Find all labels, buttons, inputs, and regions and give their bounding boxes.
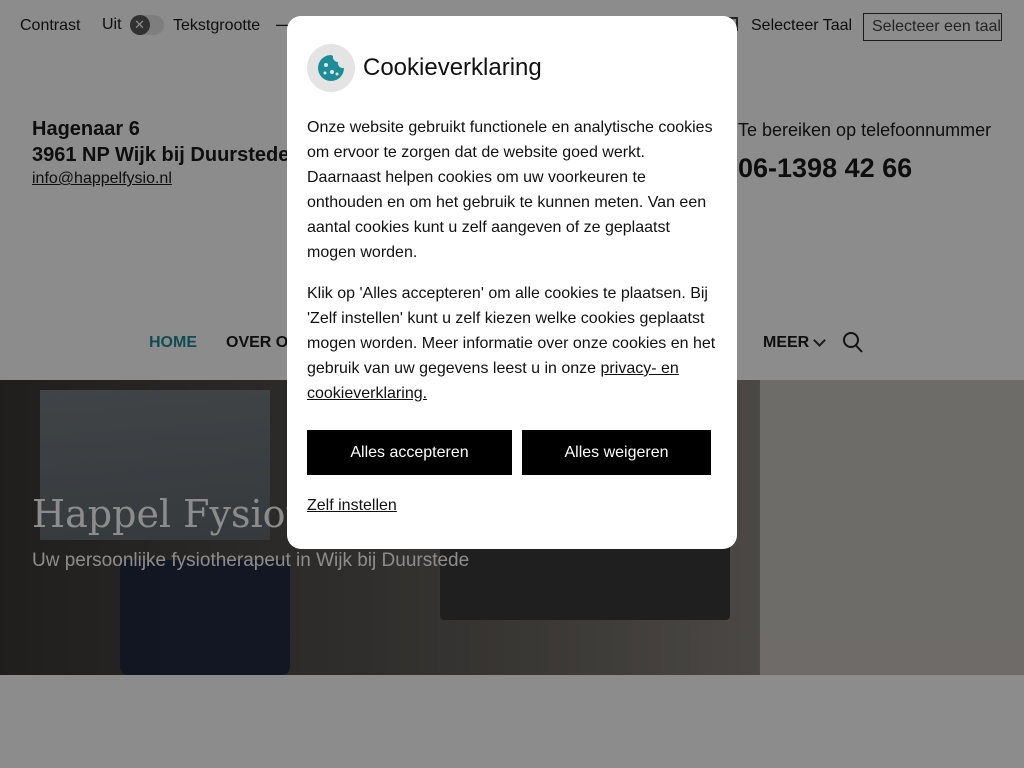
cookie-icon — [307, 44, 355, 92]
custom-settings-link[interactable]: Zelf instellen — [307, 497, 397, 515]
cookie-dialog: Cookieverklaring Onze website gebruikt f… — [287, 16, 737, 549]
accept-all-button[interactable]: Alles accepteren — [307, 430, 512, 475]
cookie-info-text: Klik op 'Alles accepteren' om alle cooki… — [307, 281, 719, 406]
cookie-dialog-title: Cookieverklaring — [363, 54, 542, 81]
cookie-dialog-header: Cookieverklaring — [307, 44, 542, 92]
cookie-intro-text: Onze website gebruikt functionele en ana… — [307, 119, 713, 261]
reject-all-button[interactable]: Alles weigeren — [522, 430, 711, 475]
